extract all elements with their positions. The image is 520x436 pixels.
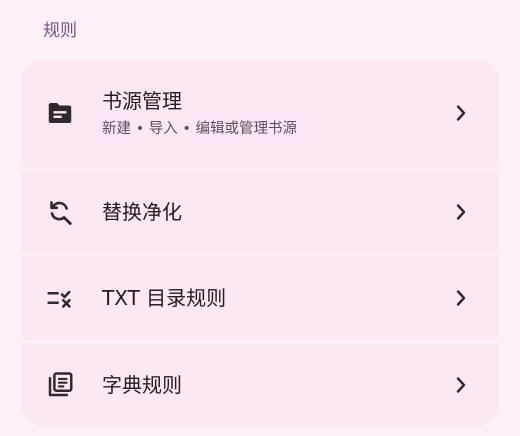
chevron-right-icon [453,103,469,123]
txt-toc-rule-item[interactable]: TXT 目录规则 [21,256,499,340]
folder-icon [45,98,75,128]
chevron-right-icon [453,288,469,308]
book-source-text: 书源管理 新建 • 导入 • 编辑或管理书源 [102,88,439,139]
library-books-icon [45,370,75,400]
item-title: 替换净化 [102,199,182,224]
chevron-right-icon [453,375,469,395]
item-subtitle: 新建 • 导入 • 编辑或管理书源 [102,120,298,137]
item-title: 书源管理 [102,88,182,113]
item-title: TXT 目录规则 [102,286,227,310]
dictionary-rule-text: 字典规则 [102,372,439,398]
dictionary-rule-item[interactable]: 字典规则 [21,343,499,426]
txt-toc-rule-text: TXT 目录规则 [102,285,439,311]
rule-list-icon [45,283,75,313]
replace-purify-item[interactable]: 替换净化 [21,170,499,253]
book-source-management-item[interactable]: 书源管理 新建 • 导入 • 编辑或管理书源 [21,59,499,167]
item-title: 字典规则 [102,372,182,397]
find-replace-icon [45,197,75,227]
settings-screen: 规则 书源管理 新建 • 导入 • 编辑或管理书源 替换净化 TXT 目录规则 … [0,0,520,436]
section-title: 规则 [43,21,77,41]
replace-purify-text: 替换净化 [102,199,439,225]
chevron-right-icon [453,202,469,222]
